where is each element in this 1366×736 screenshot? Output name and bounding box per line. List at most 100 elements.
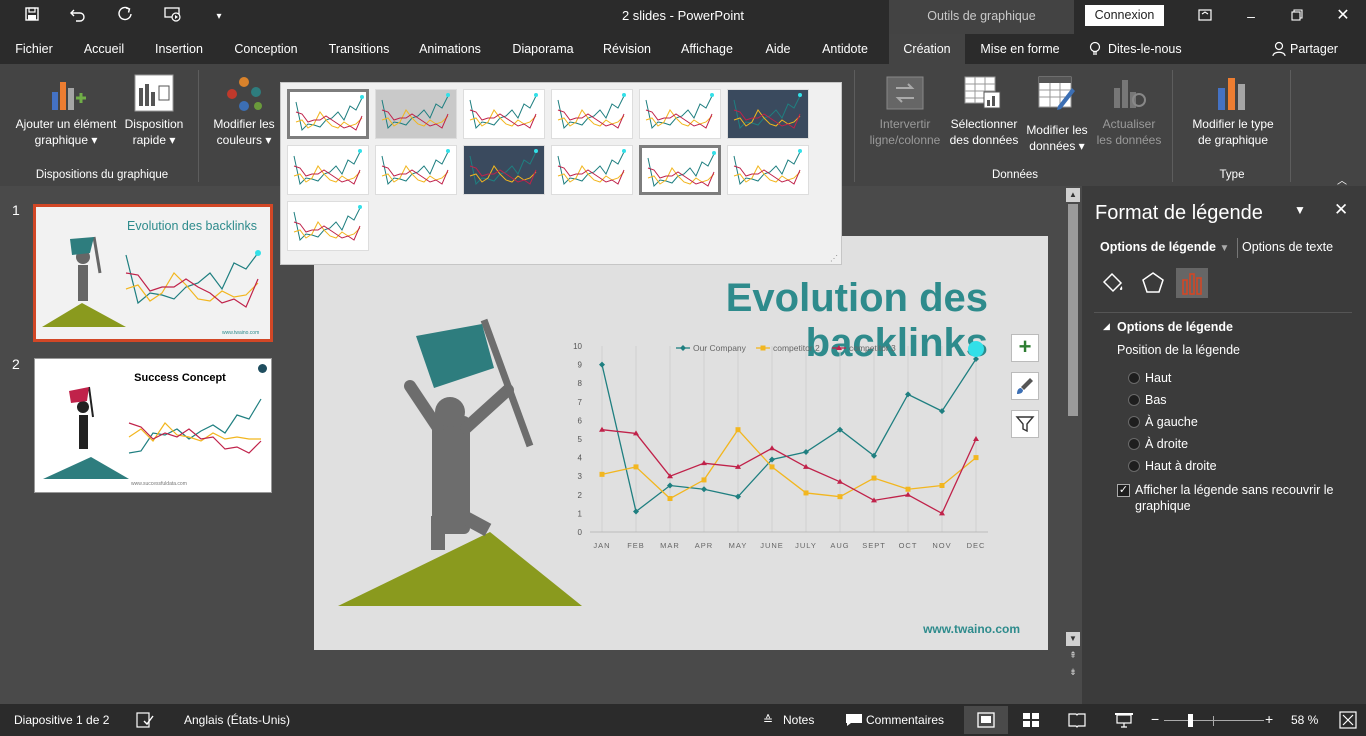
- next-slide-icon[interactable]: ⇟: [1066, 667, 1080, 678]
- save-icon[interactable]: [20, 6, 44, 28]
- tab-insert[interactable]: Insertion: [146, 34, 212, 64]
- pane-options-chevron-icon[interactable]: ▼: [1294, 203, 1306, 217]
- chart-filters-funnel-icon[interactable]: [1011, 410, 1039, 438]
- slideshow-view-icon[interactable]: [1114, 712, 1134, 728]
- tab-home[interactable]: Accueil: [74, 34, 134, 64]
- chart-style-thumbnail[interactable]: [375, 145, 457, 195]
- scroll-thumb[interactable]: [1068, 204, 1078, 416]
- no-overlap-checkbox[interactable]: ✓: [1117, 484, 1130, 497]
- normal-view-icon[interactable]: [964, 706, 1008, 734]
- text-options-tab[interactable]: Options de texte: [1242, 240, 1333, 254]
- chart-style-thumbnail[interactable]: [639, 145, 721, 195]
- fit-to-window-icon[interactable]: [1338, 710, 1358, 730]
- pane-close-icon[interactable]: ✕: [1334, 200, 1348, 220]
- backlinks-line-chart[interactable]: JAN FEB MAR APR MAY JUNE JULY AUG SEPT OCT NOV DEC 0…: [556, 336, 1002, 554]
- add-chart-element-button[interactable]: Ajouter un élément graphique ▾: [8, 70, 124, 150]
- ribbon-display-icon[interactable]: [1193, 4, 1217, 28]
- close-icon[interactable]: ✕: [1331, 4, 1355, 28]
- slide-counter[interactable]: Diapositive 1 de 2: [14, 704, 109, 736]
- effects-pentagon-icon[interactable]: [1138, 268, 1168, 298]
- radio-top-right[interactable]: [1128, 460, 1140, 472]
- mini-chart-preview: [645, 93, 714, 130]
- tab-transitions[interactable]: Transitions: [320, 34, 398, 64]
- radio-left[interactable]: [1128, 416, 1140, 428]
- slide-thumbnail-footer: www.successfuldata.com: [131, 481, 187, 487]
- share-button[interactable]: Partager: [1290, 34, 1350, 64]
- tell-me-search[interactable]: Dites-le-nous: [1108, 34, 1204, 64]
- tab-slideshow[interactable]: Diaporama: [503, 34, 583, 64]
- tab-file[interactable]: Fichier: [8, 34, 60, 64]
- zoom-slider-thumb[interactable]: [1188, 714, 1193, 727]
- chart-style-thumbnail[interactable]: [551, 89, 633, 139]
- scroll-up-icon[interactable]: ▲: [1066, 188, 1080, 202]
- chart-style-thumbnail[interactable]: [287, 145, 369, 195]
- tab-chart-format[interactable]: Mise en forme: [972, 34, 1068, 64]
- comments-icon: [845, 713, 863, 727]
- quick-layout-button[interactable]: Disposition rapide ▾: [122, 70, 186, 150]
- chart-style-thumbnail[interactable]: [551, 145, 633, 195]
- chart-style-thumbnail[interactable]: [727, 89, 809, 139]
- gallery-resize-grip-icon[interactable]: ⋰: [830, 254, 838, 263]
- chart-style-thumbnail[interactable]: [375, 89, 457, 139]
- chart-style-thumbnail[interactable]: [727, 145, 809, 195]
- slide-canvas[interactable]: Evolution des backlinks JAN FEB MAR APR MAY J…: [314, 236, 1048, 650]
- zoom-in-icon[interactable]: +: [1265, 711, 1273, 727]
- chart-style-gallery[interactable]: ⋰: [280, 82, 842, 265]
- mini-chart-preview: [733, 93, 802, 130]
- slide-sorter-view-icon[interactable]: [1022, 712, 1040, 728]
- customize-qat-icon[interactable]: ▾: [207, 6, 231, 28]
- spellcheck-icon[interactable]: [136, 712, 154, 728]
- series-line: [601, 429, 977, 515]
- chart-style-thumbnail[interactable]: [287, 89, 369, 139]
- collapse-ribbon-icon[interactable]: ︿: [1337, 172, 1351, 187]
- radio-top[interactable]: [1128, 372, 1140, 384]
- tab-view[interactable]: Affichage: [670, 34, 744, 64]
- chart-style-thumbnail[interactable]: [463, 145, 545, 195]
- tab-antidote[interactable]: Antidote: [812, 34, 878, 64]
- chart-elements-plus-icon[interactable]: +: [1011, 334, 1039, 362]
- no-overlap-label-2: graphique: [1135, 499, 1191, 513]
- legend-options-chart-icon[interactable]: [1176, 268, 1208, 298]
- vertical-scrollbar[interactable]: ▲ ▼: [1066, 188, 1080, 648]
- add-chart-element-icon: [52, 82, 86, 110]
- radio-right[interactable]: [1128, 438, 1140, 450]
- slide-thumbnail-1[interactable]: Evolution des backlinks www.twaino.com: [33, 204, 273, 342]
- slide-thumbnail-2[interactable]: Success Concept www.successfuldata.com: [34, 358, 272, 493]
- language-indicator[interactable]: Anglais (États-Unis): [184, 704, 290, 736]
- tab-review[interactable]: Révision: [596, 34, 658, 64]
- section-title[interactable]: Options de légende: [1117, 320, 1233, 334]
- zoom-slider[interactable]: [1164, 720, 1264, 721]
- previous-slide-icon[interactable]: ⇞: [1066, 650, 1080, 661]
- tab-animations[interactable]: Animations: [410, 34, 490, 64]
- fill-line-bucket-icon[interactable]: [1098, 268, 1128, 298]
- tab-chart-design[interactable]: Création: [889, 34, 965, 64]
- change-colors-label-2: couleurs ▾: [216, 133, 272, 147]
- tab-design[interactable]: Conception: [224, 34, 308, 64]
- sign-in-button[interactable]: Connexion: [1085, 5, 1164, 26]
- select-data-button[interactable]: Sélectionner des données: [946, 70, 1022, 150]
- edit-data-button[interactable]: Modifier les données ▾: [1022, 70, 1092, 156]
- tab-help[interactable]: Aide: [756, 34, 800, 64]
- reading-view-icon[interactable]: [1068, 712, 1086, 728]
- radio-bottom[interactable]: [1128, 394, 1140, 406]
- start-slideshow-icon[interactable]: [161, 6, 185, 28]
- mini-chart-preview: [557, 149, 626, 186]
- change-chart-type-button[interactable]: Modifier le type de graphique: [1180, 70, 1286, 150]
- zoom-level[interactable]: 58 %: [1291, 704, 1318, 736]
- chart-style-thumbnail[interactable]: [463, 89, 545, 139]
- restore-icon[interactable]: [1285, 4, 1309, 28]
- zoom-out-icon[interactable]: −: [1151, 711, 1159, 727]
- chart-style-thumbnail[interactable]: [639, 89, 721, 139]
- section-collapse-icon[interactable]: ◢: [1103, 321, 1110, 332]
- comments-button[interactable]: Commentaires: [866, 704, 944, 736]
- chart-styles-brush-icon[interactable]: [1011, 372, 1039, 400]
- ribbon-separator: [854, 70, 855, 182]
- chart-style-thumbnail[interactable]: [287, 201, 369, 251]
- change-colors-button[interactable]: Modifier les couleurs ▾: [206, 70, 282, 150]
- notes-button[interactable]: Notes: [783, 704, 814, 736]
- legend-options-tab[interactable]: Options de légende ▼: [1100, 240, 1229, 254]
- undo-icon[interactable]: [66, 6, 90, 28]
- scroll-down-icon[interactable]: ▼: [1066, 632, 1080, 646]
- minimize-icon[interactable]: –: [1239, 4, 1263, 28]
- redo-icon[interactable]: [113, 6, 137, 28]
